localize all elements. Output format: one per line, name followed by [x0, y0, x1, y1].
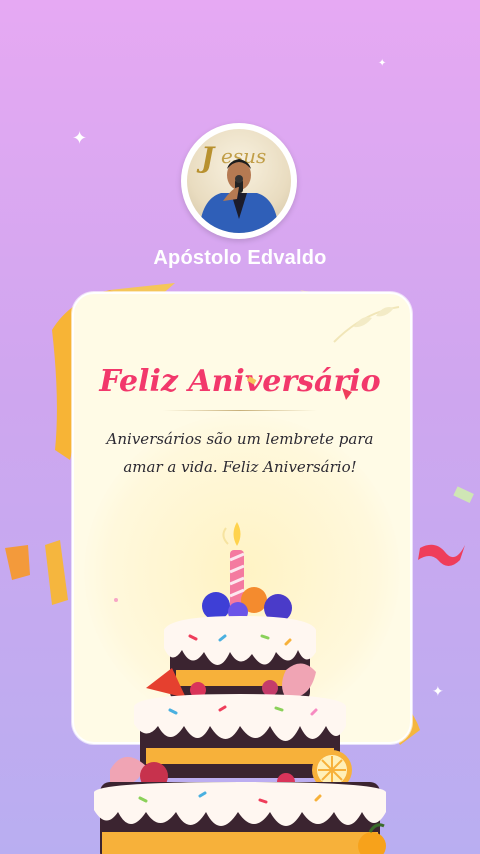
birthday-cake-illustration — [94, 522, 386, 854]
